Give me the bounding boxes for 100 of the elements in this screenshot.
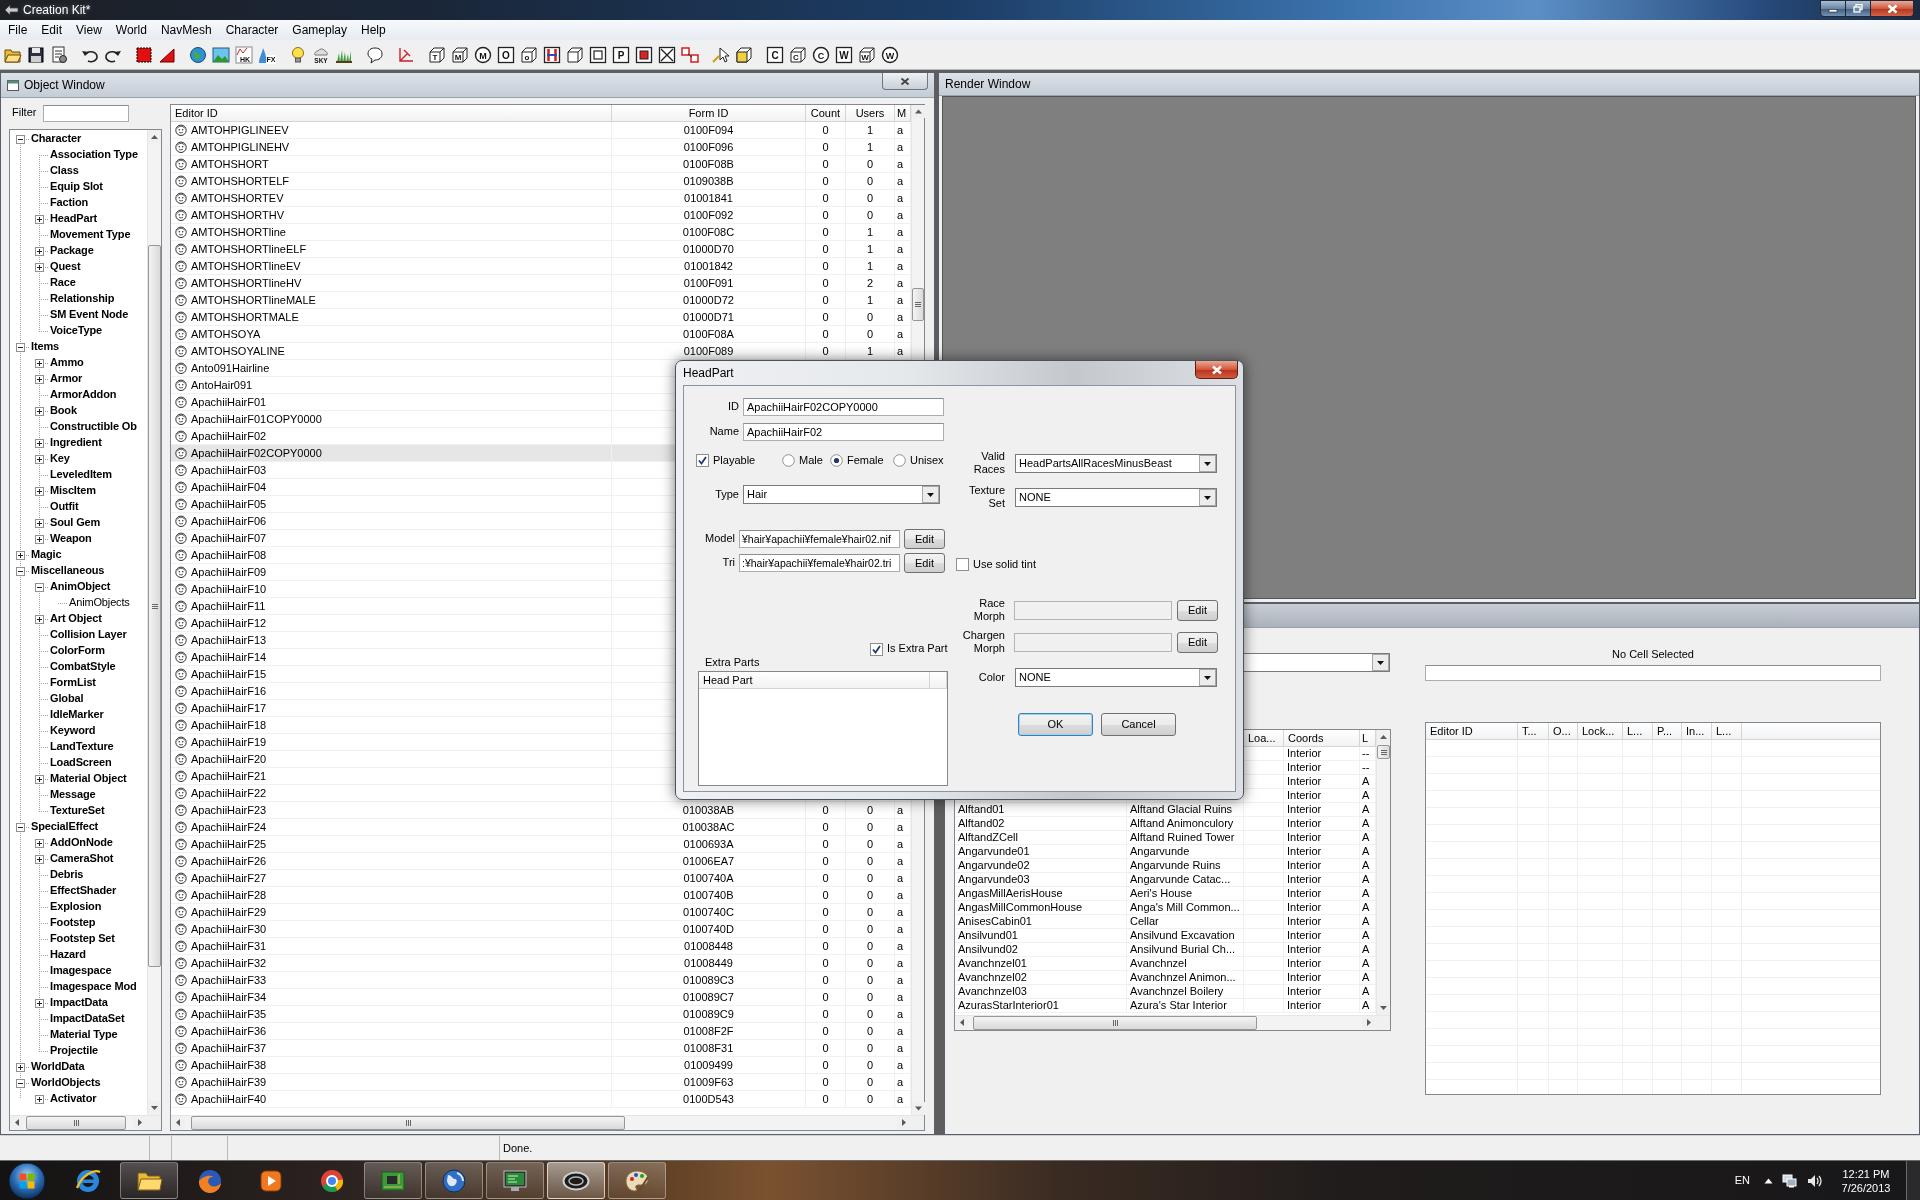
plus-icon[interactable] [35,454,44,464]
table-row[interactable]: ApachiiHairF26 01006EA7 0 0 a [171,853,911,870]
races-dropdown[interactable]: HeadPartsAllRacesMinusBeast [1015,453,1217,473]
table-row[interactable]: ApachiiHairF30 0100740D 0 0 a [171,921,911,938]
tree-item[interactable]: ArmorAddon [50,388,117,402]
plus-icon[interactable] [16,1062,25,1072]
circled-letter-icon[interactable]: W [880,45,899,64]
column-header[interactable]: Editor ID [171,105,612,121]
tree-item[interactable]: SM Event Node [50,308,129,322]
path-field[interactable]: :¥hair¥apachii¥female¥hair02.tri [739,554,900,572]
letter-box-icon[interactable]: O [496,45,515,64]
nested-square-icon[interactable] [588,45,607,64]
scrollbar-thumb[interactable] [973,1016,1257,1030]
plus-icon[interactable] [35,246,44,256]
column-header[interactable]: Count [806,105,846,121]
tree-item[interactable]: AnimObjects [69,596,130,610]
menu-item[interactable]: Edit [34,20,70,40]
cube-icon[interactable]: C [788,45,807,64]
scrollbar-thumb[interactable] [191,1116,625,1130]
plus-icon[interactable] [35,838,44,848]
tree-item[interactable]: Ingredient [50,436,102,450]
table-row[interactable]: ApachiiHairF24 010038AC 0 0 a [171,819,911,836]
tree-item[interactable]: Keyword [50,724,96,738]
menu-item[interactable]: NavMesh [153,20,219,40]
plus-icon[interactable] [16,550,25,560]
column-header[interactable]: In... [1682,723,1712,739]
shaded-cube-icon[interactable] [734,45,753,64]
close-button[interactable] [1871,0,1914,17]
table-row[interactable]: AMTOHSOYA 0100F08A 0 0 a [171,326,911,343]
column-header[interactable]: Form ID [612,105,806,121]
checkbox[interactable] [696,454,709,467]
tree-item[interactable]: Key [50,452,70,466]
tree-item[interactable]: Class [50,164,79,178]
table-row[interactable]: ApachiiHairF28 0100740B 0 0 a [171,887,911,904]
plus-icon[interactable] [35,774,44,784]
cube-icon[interactable]: T [427,45,446,64]
taskbar-button[interactable] [608,1162,666,1199]
tree-item[interactable]: Message [50,788,96,802]
tree-item[interactable]: Hazard [50,948,86,962]
taskbar-button[interactable] [120,1162,178,1199]
filter-field[interactable] [43,104,129,122]
cursor-icon[interactable] [711,45,730,64]
tree-item[interactable]: SpecialEffect [31,820,99,834]
radio-button[interactable] [782,454,795,467]
circled-letter-icon[interactable]: C [811,45,830,64]
taskbar-button[interactable] [486,1162,544,1199]
table-row[interactable]: AMTOHSHORTHV 0100F092 0 0 a [171,207,911,224]
tree-item[interactable]: Imagespace Mod [50,980,137,994]
table-row[interactable]: ApachiiHairF31 01008448 0 0 a [171,938,911,955]
tree-item[interactable]: Material Type [50,1028,118,1042]
table-row[interactable]: ApachiiHairF32 01008449 0 0 a [171,955,911,972]
cube-icon[interactable] [565,45,584,64]
radio-button[interactable] [893,454,906,467]
tree-item[interactable]: Collision Layer [50,628,127,642]
scrollbar-thumb[interactable] [26,1116,126,1130]
plus-icon[interactable] [35,1094,44,1104]
column-header[interactable]: Editor ID [1426,723,1518,739]
menu-item[interactable]: Character [218,20,286,40]
table-row[interactable]: ApachiiHairF27 0100740A 0 0 a [171,870,911,887]
table-row[interactable]: ApachiiHairF34 010089C7 0 0 a [171,989,911,1006]
tree-item[interactable]: AnimObject [50,580,111,594]
minus-icon[interactable] [16,566,25,576]
tree-item[interactable]: Art Object [50,612,102,626]
plus-icon[interactable] [35,614,44,624]
crossed-box-icon[interactable] [657,45,676,64]
tree-item[interactable]: LeveledItem [50,468,112,482]
table-row[interactable]: AMTOHSHORTline 0100F08C 0 1 a [171,224,911,241]
table-row[interactable]: AMTOHSHORTEV 01001841 0 0 a [171,190,911,207]
minimize-button[interactable] [1820,0,1846,17]
plus-icon[interactable] [35,374,44,384]
tree-item[interactable]: Footstep Set [50,932,115,946]
tree-item[interactable]: Race [50,276,76,290]
button[interactable]: OK [1018,712,1093,736]
plus-icon[interactable] [35,486,44,496]
tree-item[interactable]: Global [50,692,84,706]
tree-item[interactable]: Activator [50,1092,97,1106]
name-field[interactable]: ApachiiHairF02 [743,423,944,441]
tree-item[interactable]: Material Object [50,772,127,786]
menu-item[interactable]: Gameplay [285,20,355,40]
table-row[interactable]: AMTOHSHORTELF 0109038B 0 0 a [171,173,911,190]
column-header[interactable]: L... [1623,723,1653,739]
tree-item[interactable]: ColorForm [50,644,105,658]
table-row[interactable]: AMTOHSHORTlineEV 01001842 0 1 a [171,258,911,275]
tree-item[interactable]: HeadPart [50,212,98,226]
minus-icon[interactable] [16,1078,25,1088]
tree-item[interactable]: Magic [31,548,62,562]
taskbar-button[interactable] [425,1162,483,1199]
radio-button[interactable] [830,454,843,467]
restore-button[interactable] [1846,0,1871,17]
dashed-square-icon[interactable] [134,45,153,64]
tree-item[interactable]: LoadScreen [50,756,112,770]
table-row[interactable]: ApachiiHairF38 01009499 0 0 a [171,1057,911,1074]
letter-box-icon[interactable]: P [611,45,630,64]
table-row[interactable]: AMTOHSHORTlineHV 0100F091 0 2 a [171,275,911,292]
plus-icon[interactable] [35,406,44,416]
table-row[interactable]: ApachiiHairF37 01008F31 0 0 a [171,1040,911,1057]
table-row[interactable]: ApachiiHairF35 010089C9 0 0 a [171,1006,911,1023]
chevron-up-icon[interactable] [1764,1177,1773,1184]
table-row[interactable]: ApachiiHairF36 01008F2F 0 0 a [171,1023,911,1040]
table-row[interactable]: AMTOHSHORT 0100F08B 0 0 a [171,156,911,173]
